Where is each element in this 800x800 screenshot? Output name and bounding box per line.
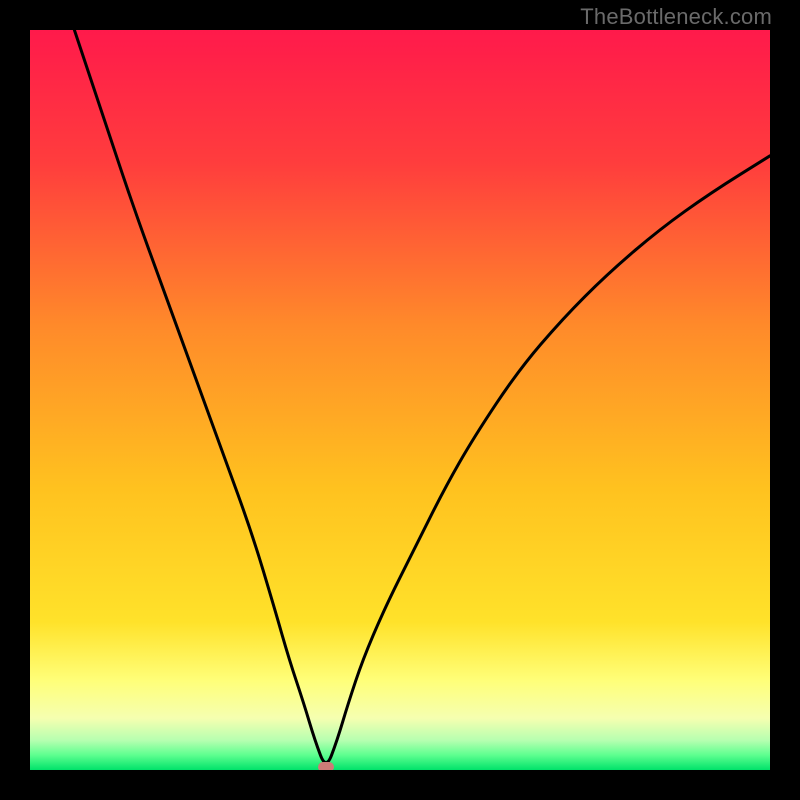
plot-area bbox=[30, 30, 770, 770]
bottleneck-curve bbox=[30, 30, 770, 770]
min-point-marker bbox=[318, 762, 334, 770]
chart-frame: TheBottleneck.com bbox=[0, 0, 800, 800]
watermark-text: TheBottleneck.com bbox=[580, 4, 772, 30]
